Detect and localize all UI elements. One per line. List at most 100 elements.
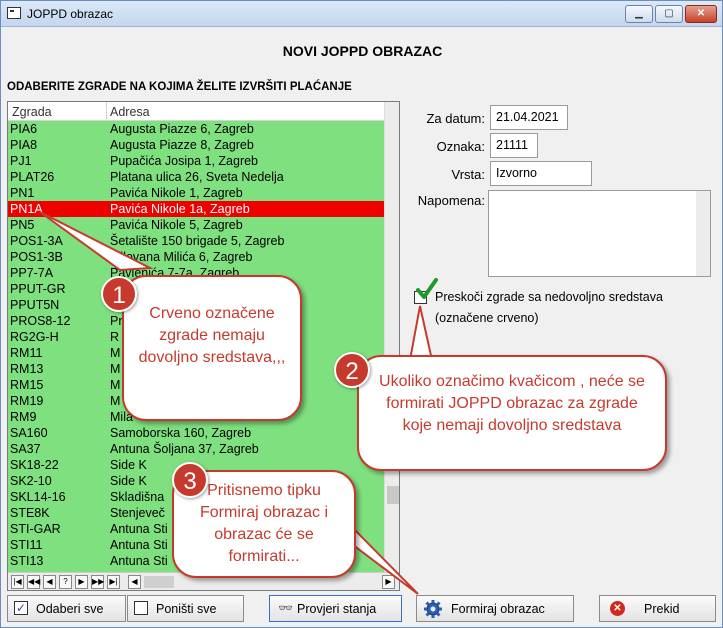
cell-zgrada: RM19 [10,394,44,408]
table-row[interactable]: PIA6 Augusta Piazze 6, Zagreb [8,121,384,137]
table-row[interactable]: PLAT26 Platana ulica 26, Sveta Nedelja [8,169,384,185]
cell-adresa: Šetalište 150 brigade 5, Zagreb [110,234,285,248]
gear-icon [424,600,442,618]
cell-adresa: Milovana Milića 6, Zagreb [110,250,253,264]
vrsta-label: Vrsta: [451,167,485,182]
close-button[interactable]: ✕ [685,5,717,23]
cell-adresa: Antuna Šoljana 37, Zagreb [110,442,259,456]
scroll-right-button[interactable]: ▶ [382,575,395,589]
cell-zgrada: PJ1 [10,154,32,168]
za-datum-field[interactable]: 21.04.2021 [490,105,568,130]
cell-zgrada: RM9 [10,410,37,424]
help-button[interactable]: ? [59,575,72,589]
table-row[interactable]: PN5 Pavića Nikole 5, Zagreb [8,217,384,233]
cell-adresa: Stenjeveč [110,506,165,520]
column-header-adresa[interactable]: Adresa [110,105,150,119]
first-record-button[interactable]: |◀ [11,575,24,589]
preskoci-label: Preskoči zgrade sa nedovoljno sredstava [435,290,663,304]
table-row[interactable]: SA37 Antuna Šoljana 37, Zagreb [8,441,384,457]
cell-adresa: Samoborska 160, Zagreb [110,426,252,440]
cell-adresa: Pr [110,314,123,328]
cell-zgrada: SKL14-16 [10,490,66,504]
cell-zgrada: RM15 [10,378,44,392]
prekid-button[interactable]: ✕ Prekid [599,595,716,622]
cell-zgrada: SK18-22 [10,458,59,472]
cell-adresa: Side K [110,474,147,488]
cell-adresa: Antuna Sti [110,554,168,568]
cell-zgrada: SK2-10 [10,474,52,488]
prev-page-button[interactable]: ◀◀ [27,575,40,589]
cell-adresa: Augusta Piazze 8, Zagreb [110,138,254,152]
table-row[interactable]: PN1A Pavića Nikole 1a, Zagreb [8,201,384,217]
cell-adresa: M [110,394,121,408]
cell-zgrada: SA160 [10,426,48,440]
cell-adresa: M [110,378,121,392]
callout-1-number: 1 [101,276,137,312]
provjeri-stanja-button[interactable]: 👓 Provjeri stanja [269,595,402,622]
callout-3-text: Pritisnemo tipku Formiraj obrazac i obra… [199,482,329,565]
table-row[interactable]: PIA8 Augusta Piazze 8, Zagreb [8,137,384,153]
minimize-button[interactable]: ▁ [625,5,653,23]
glasses-icon: 👓 [278,601,293,615]
column-header-zgrada[interactable]: Zgrada [12,105,52,119]
cell-adresa: Augusta Piazze 6, Zagreb [110,122,254,136]
napomena-textarea[interactable] [488,190,711,277]
cell-zgrada: PN1A [10,202,43,216]
window-title: JOPPD obrazac [27,7,114,21]
callout-3-number: 3 [172,462,208,498]
cell-zgrada: STI-GAR [10,522,61,536]
callout-1: Crveno označene zgrade nemaju dovoljno s… [122,275,302,421]
column-separator [106,102,107,121]
cell-zgrada: PP7-7A [10,266,54,280]
cell-adresa: Side K [110,458,147,472]
cell-zgrada: PN1 [10,186,35,200]
cell-adresa: Pavića Nikole 5, Zagreb [110,218,243,232]
vrsta-field[interactable]: Izvorno [490,161,592,186]
cell-adresa: M [110,346,121,360]
table-row[interactable]: PJ1 Pupačića Josipa 1, Zagreb [8,153,384,169]
cell-zgrada: PPUT5N [10,298,60,312]
checked-box-icon: ✓ [14,601,28,615]
scroll-thumb[interactable] [387,486,399,504]
cell-zgrada: RM13 [10,362,44,376]
empty-box-icon [134,601,148,615]
cell-zgrada: PROS8-12 [10,314,71,328]
cell-zgrada: STI13 [10,554,44,568]
next-page-button[interactable]: ▶▶ [91,575,104,589]
table-row[interactable]: POS1-3A Šetalište 150 brigade 5, Zagreb [8,233,384,249]
ponisti-sve-label: Poništi sve [156,602,217,616]
cell-adresa: Pupačića Josipa 1, Zagreb [110,154,259,168]
cell-adresa: R [110,330,120,344]
prekid-label: Prekid [644,602,680,616]
formiraj-obrazac-label: Formiraj obrazac [451,602,545,616]
cell-zgrada: RG2G-H [10,330,59,344]
odaberi-sve-label: Odaberi sve [36,602,104,616]
ponisti-sve-button[interactable]: Poništi sve [127,595,244,622]
za-datum-label: Za datum: [426,111,485,126]
maximize-button[interactable]: ▢ [655,5,683,23]
callout-2-number: 2 [334,352,370,388]
odaberi-sve-button[interactable]: ✓ Odaberi sve [7,595,126,622]
provjeri-stanja-label: Provjeri stanja [297,602,377,616]
scroll-left-button[interactable]: ◀ [128,575,141,589]
table-row[interactable]: POS1-3B Milovana Milića 6, Zagreb [8,249,384,265]
cell-adresa: Skladišna [110,490,165,504]
cell-zgrada: PPUT-GR [10,282,66,296]
page-title: NOVI JOPPD OBRAZAC [282,43,443,59]
last-record-button[interactable]: ▶| [107,575,120,589]
table-row[interactable]: PN1 Pavića Nikole 1, Zagreb [8,185,384,201]
cell-adresa: Antuna Sti [110,538,168,552]
cell-zgrada: PLAT26 [10,170,55,184]
next-record-button[interactable]: ▶ [75,575,88,589]
joppd-window: JOPPD obrazac ▁ ▢ ✕ NOVI JOPPD OBRAZAC O… [0,0,723,628]
oznaka-field[interactable]: 21111 [490,133,538,158]
table-row[interactable]: SA160 Samoborska 160, Zagreb [8,425,384,441]
grid-header: Zgrada Adresa [8,102,384,121]
vertical-scrollbar[interactable] [384,102,399,572]
horizontal-scroll-thumb[interactable] [144,576,174,588]
callout-2-text: Ukoliko označimo kvačicom , neće se form… [379,373,645,434]
cell-adresa: M [110,362,121,376]
napomena-scrollbar[interactable] [696,191,710,276]
formiraj-obrazac-button[interactable]: Formiraj obrazac [416,595,574,622]
prev-record-button[interactable]: ◀ [43,575,56,589]
